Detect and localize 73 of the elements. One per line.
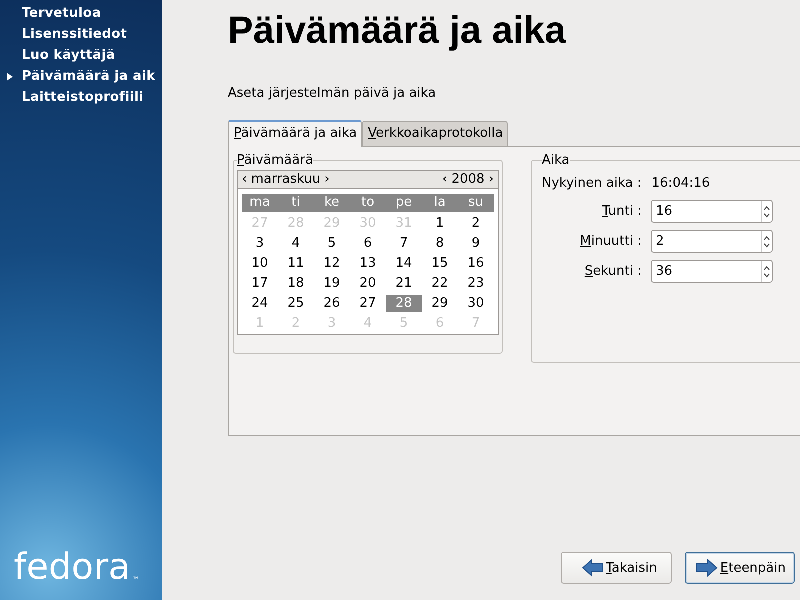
- sidebar-item[interactable]: Luo käyttäjä: [0, 48, 162, 63]
- field-label: Tunti :: [602, 204, 642, 219]
- previous-month-button[interactable]: ‹: [242, 172, 248, 187]
- calendar-day[interactable]: 15: [422, 255, 458, 272]
- current-time-label: Nykyinen aika :: [542, 176, 642, 191]
- input-field[interactable]: 2: [652, 231, 761, 252]
- calendar-day[interactable]: 27: [350, 295, 386, 312]
- page-subtitle: Aseta järjestelmän päivä ja aika: [228, 86, 438, 101]
- calendar-day[interactable]: 2: [458, 215, 494, 232]
- calendar-day[interactable]: 19: [314, 275, 350, 292]
- calendar-day[interactable]: 6: [350, 235, 386, 252]
- weekday-header: la: [422, 194, 458, 212]
- sidebar-item[interactable]: Laitteistoprofiili: [0, 90, 162, 105]
- calendar-day[interactable]: 16: [458, 255, 494, 272]
- calendar-day[interactable]: 28: [386, 295, 422, 312]
- tab[interactable]: Päivämäärä ja aika: [228, 120, 362, 147]
- calendar-day[interactable]: 1: [422, 215, 458, 232]
- calendar-day[interactable]: 9: [458, 235, 494, 252]
- calendar-day[interactable]: 30: [458, 295, 494, 312]
- next-year-button[interactable]: ›: [488, 172, 494, 187]
- next-month-button[interactable]: ›: [324, 172, 330, 187]
- calendar-day[interactable]: 10: [242, 255, 278, 272]
- weekday-header: ti: [278, 194, 314, 212]
- sidebar-item[interactable]: Lisenssitiedot: [0, 27, 162, 42]
- current-step-icon: [7, 72, 13, 80]
- calendar-day[interactable]: 26: [314, 295, 350, 312]
- spin-field[interactable]: 36: [651, 260, 773, 283]
- group-label: Päivämäärä: [237, 153, 314, 168]
- previous-year-button[interactable]: ‹: [442, 172, 448, 187]
- weekday-header: su: [458, 194, 494, 212]
- calendar-day[interactable]: 8: [422, 235, 458, 252]
- page-title: Päivämäärä ja aika: [228, 9, 568, 54]
- sidebar-item[interactable]: Tervetuloa: [0, 6, 162, 21]
- spin-arrows-icon[interactable]: [762, 204, 772, 220]
- calendar-day[interactable]: 12: [314, 255, 350, 272]
- right-arrow-icon: [696, 559, 718, 577]
- input-field[interactable]: 16: [652, 201, 761, 222]
- calendar-day[interactable]: 7: [386, 235, 422, 252]
- weekday-header: ma: [242, 194, 278, 212]
- weekday-header: pe: [386, 194, 422, 212]
- calendar-day[interactable]: 21: [386, 275, 422, 292]
- calendar-day[interactable]: 17: [242, 275, 278, 292]
- calendar-day[interactable]: 24: [242, 295, 278, 312]
- spin-arrows-icon[interactable]: [762, 234, 772, 250]
- left-arrow-icon: [582, 559, 604, 577]
- calendar-day[interactable]: 13: [350, 255, 386, 272]
- calendar-day[interactable]: 4: [278, 235, 314, 252]
- year-label: 2008: [452, 172, 485, 187]
- calendar-day[interactable]: 23: [458, 275, 494, 292]
- forward-button[interactable]: Eteenpäin: [685, 552, 795, 584]
- weekday-header: ke: [314, 194, 350, 212]
- weekday-header: to: [350, 194, 386, 212]
- calendar-day[interactable]: 5: [314, 235, 350, 252]
- field-label: Minuutti :: [580, 234, 642, 249]
- calendar-day[interactable]: 18: [278, 275, 314, 292]
- spin-field[interactable]: 16: [651, 200, 773, 223]
- tab[interactable]: Verkkoaikaprotokolla: [362, 121, 508, 146]
- current-time-value: 16:04:16: [652, 176, 710, 191]
- spin-arrows-icon[interactable]: [762, 264, 772, 280]
- month-label: marraskuu: [251, 172, 321, 187]
- input-field[interactable]: 36: [652, 261, 761, 282]
- group-label: Aika: [542, 153, 570, 168]
- calendar-day[interactable]: 29: [422, 295, 458, 312]
- calendar-day[interactable]: 14: [386, 255, 422, 272]
- calendar-day[interactable]: 20: [350, 275, 386, 292]
- calendar-day[interactable]: 11: [278, 255, 314, 272]
- calendar-day[interactable]: 22: [422, 275, 458, 292]
- sidebar-item[interactable]: Päivämäärä ja aik: [0, 69, 162, 84]
- back-button[interactable]: Takaisin: [561, 552, 672, 584]
- calendar-day[interactable]: 3: [242, 235, 278, 252]
- calendar-day[interactable]: 25: [278, 295, 314, 312]
- field-label: Sekunti :: [584, 264, 642, 279]
- spin-field[interactable]: 2: [651, 230, 773, 253]
